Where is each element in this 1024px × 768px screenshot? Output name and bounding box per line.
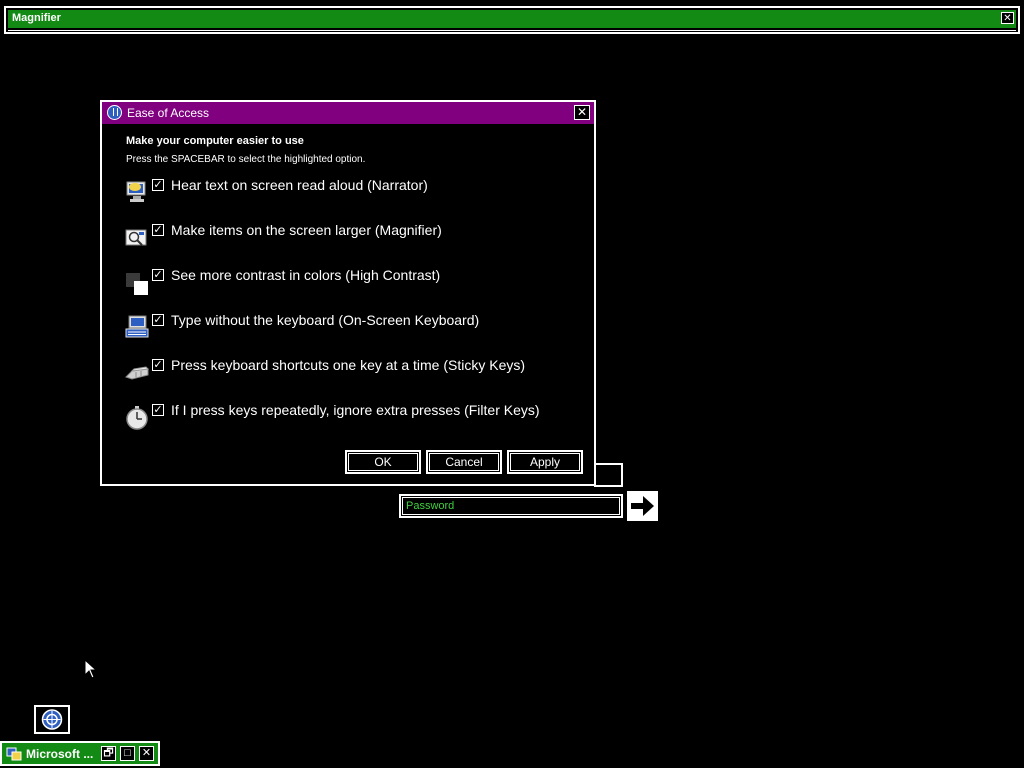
magnifier-title: Magnifier [12,12,61,24]
ease-of-access-button[interactable] [34,705,70,734]
apply-button[interactable]: Apply [507,450,583,474]
option-on-screen-keyboard[interactable]: ✓ Type without the keyboard (On-Screen K… [122,312,582,348]
password-field[interactable]: Password [399,494,623,518]
option-high-contrast[interactable]: ✓ See more contrast in colors (High Cont… [122,267,582,303]
maximize-button[interactable]: □ [120,746,135,761]
sticky-keys-checkbox[interactable]: ✓ [152,359,164,371]
dialog-titlebar[interactable]: Ease of Access ✕ [102,102,594,124]
on-screen-keyboard-icon [125,315,149,338]
narrator-icon [126,181,146,202]
sticky-keys-label: Press keyboard shortcuts one key at a ti… [171,357,526,373]
arrow-right-icon [631,496,654,516]
dialog-title: Ease of Access [127,106,210,120]
on-screen-keyboard-checkbox[interactable]: ✓ [152,314,164,326]
dialog-close-button[interactable]: ✕ [574,105,590,120]
filter-keys-checkbox[interactable]: ✓ [152,404,164,416]
magnifier-titlebar[interactable]: Magnifier ✕ [8,10,1016,28]
mouse-cursor-icon [84,659,98,679]
filter-keys-icon [126,406,148,430]
option-filter-keys[interactable]: ✓ If I press keys repeatedly, ignore ext… [122,402,582,438]
password-placeholder: Password [406,500,455,512]
magnifier-window: Magnifier ✕ [4,6,1020,34]
restore-button[interactable]: 🗗 [101,746,116,761]
high-contrast-label: See more contrast in colors (High Contra… [171,267,441,283]
ease-of-access-icon [107,105,122,120]
magnifier-close-button[interactable]: ✕ [1001,12,1014,24]
option-magnifier[interactable]: ✓ Make items on the screen larger (Magni… [122,222,582,258]
ease-of-access-icon [41,709,63,730]
option-sticky-keys[interactable]: ✓ Press keyboard shortcuts one key at a … [122,357,582,393]
magnifier-divider [8,30,1016,31]
dialog-subheading: Press the SPACEBAR to select the highlig… [126,154,366,165]
high-contrast-icon [126,273,148,295]
taskbar-window-title: Microsoft ... [26,747,94,761]
submit-arrow-button[interactable] [627,491,658,521]
taskbar-window-button[interactable]: Microsoft ... 🗗 □ ✕ [0,741,160,766]
narrator-checkbox[interactable]: ✓ [152,179,164,191]
magnifier-icon [125,229,147,246]
high-contrast-checkbox[interactable]: ✓ [152,269,164,281]
username-field[interactable] [594,463,623,487]
dialog-heading: Make your computer easier to use [126,135,304,147]
window-app-icon [6,747,22,761]
narrator-label: Hear text on screen read aloud (Narrator… [171,177,428,193]
ok-button[interactable]: OK [345,450,421,474]
close-button[interactable]: ✕ [139,746,154,761]
ease-of-access-dialog: Ease of Access ✕ Make your computer easi… [100,100,596,486]
filter-keys-label: If I press keys repeatedly, ignore extra… [171,402,540,418]
magnifier-label: Make items on the screen larger (Magnifi… [171,222,442,238]
magnifier-checkbox[interactable]: ✓ [152,224,164,236]
cancel-button[interactable]: Cancel [426,450,502,474]
on-screen-keyboard-label: Type without the keyboard (On-Screen Key… [171,312,480,328]
sticky-keys-icon [125,366,150,380]
option-narrator[interactable]: ✓ Hear text on screen read aloud (Narrat… [122,177,582,213]
